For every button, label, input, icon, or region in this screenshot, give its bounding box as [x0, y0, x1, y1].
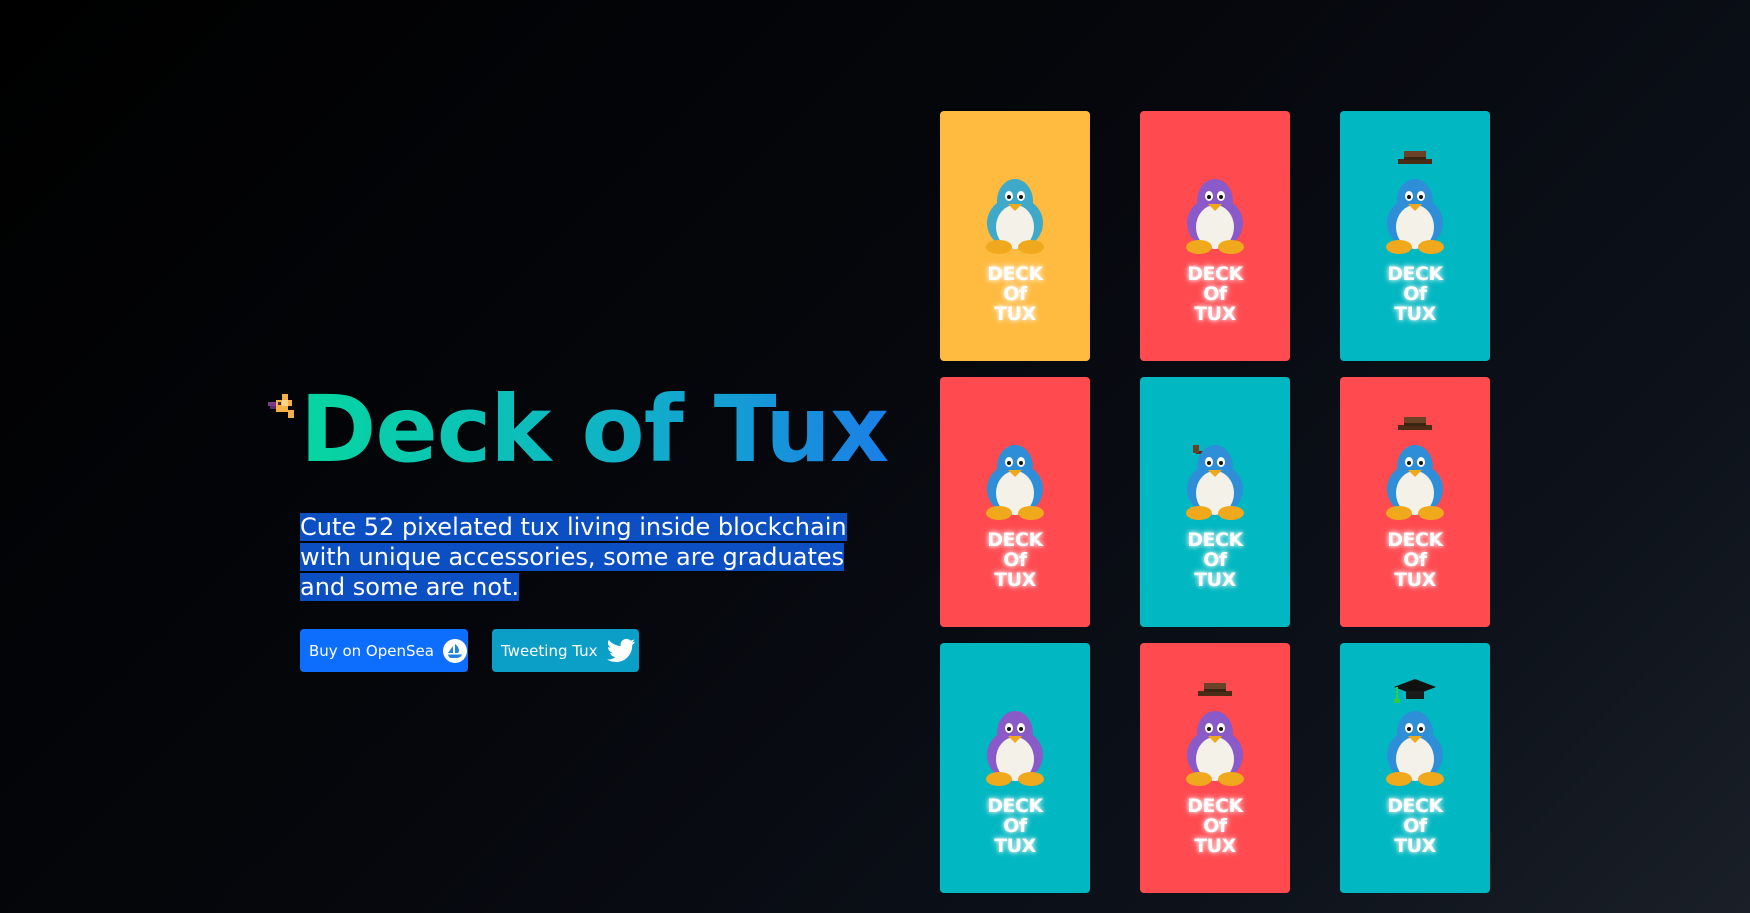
card-label-line1: DECK [987, 529, 1043, 551]
tux-card[interactable]: DECK Of TUX [940, 377, 1090, 627]
card-label-line2: Of [1203, 283, 1227, 305]
rocket-icon [262, 386, 302, 426]
tux-penguin-icon [1386, 179, 1444, 254]
card-label-line2: Of [1003, 549, 1027, 571]
card-label-line2: Of [1003, 815, 1027, 837]
opensea-icon [442, 638, 468, 664]
hero-description: Cute 52 pixelated tux living inside bloc… [300, 512, 860, 602]
card-label-line3: TUX [994, 835, 1036, 857]
card-label-line2: Of [1203, 815, 1227, 837]
tux-card[interactable]: DECK Of TUX [940, 111, 1090, 361]
card-label-line2: Of [1403, 815, 1427, 837]
tux-penguin-icon [1186, 711, 1244, 786]
card-label-line1: DECK [1387, 529, 1443, 551]
card-label-line3: TUX [994, 303, 1036, 325]
tux-penguin-icon [1186, 179, 1244, 254]
card-label-line3: TUX [1194, 835, 1236, 857]
card-label-line2: Of [1203, 549, 1227, 571]
tux-card[interactable]: DECK Of TUX [1140, 377, 1290, 627]
card-label-line1: DECK [1187, 795, 1243, 817]
cowboy-hat-icon [1198, 683, 1232, 696]
cowboy-hat-icon [1398, 151, 1432, 164]
tux-penguin-icon [1386, 445, 1444, 520]
tux-penguin-icon [1186, 445, 1244, 520]
twitter-button-label: Tweeting Tux [501, 641, 598, 660]
card-label-line1: DECK [1187, 529, 1243, 551]
description-text: Cute 52 pixelated tux living inside bloc… [300, 513, 847, 601]
opensea-button-label: Buy on OpenSea [309, 641, 434, 660]
hero-section: Deck of Tux Cute 52 pixelated tux living… [262, 380, 889, 672]
tux-card[interactable]: DECK Of TUX [940, 643, 1090, 893]
card-label-line1: DECK [1387, 263, 1443, 285]
tweeting-tux-button[interactable]: Tweeting Tux [492, 629, 639, 672]
card-label-line2: Of [1403, 549, 1427, 571]
card-label-line2: Of [1403, 283, 1427, 305]
graduation-cap-icon [1394, 679, 1436, 703]
tux-card[interactable]: DECK Of TUX [1340, 643, 1490, 893]
card-label-line3: TUX [1394, 569, 1436, 591]
card-label-line3: TUX [994, 569, 1036, 591]
card-label-line3: TUX [1194, 303, 1236, 325]
page-title: Deck of Tux [300, 376, 889, 483]
card-label-line1: DECK [987, 263, 1043, 285]
buy-on-opensea-button[interactable]: Buy on OpenSea [300, 629, 468, 672]
tux-penguin-icon [986, 179, 1044, 254]
twitter-icon [606, 638, 636, 664]
card-label-line1: DECK [1187, 263, 1243, 285]
tux-penguin-icon [986, 445, 1044, 520]
card-label-line3: TUX [1194, 569, 1236, 591]
tux-penguin-icon [1386, 711, 1444, 786]
cowboy-hat-icon [1398, 417, 1432, 430]
tux-card[interactable]: DECK Of TUX [1340, 111, 1490, 361]
card-label-line1: DECK [987, 795, 1043, 817]
card-label-line3: TUX [1394, 303, 1436, 325]
tux-card[interactable]: DECK Of TUX [1340, 377, 1490, 627]
title-row: Deck of Tux [262, 380, 889, 480]
tux-card[interactable]: DECK Of TUX [1140, 643, 1290, 893]
tux-card[interactable]: DECK Of TUX [1140, 111, 1290, 361]
card-label-line2: Of [1003, 283, 1027, 305]
card-label-line3: TUX [1394, 835, 1436, 857]
card-label-line1: DECK [1387, 795, 1443, 817]
tux-penguin-icon [986, 711, 1044, 786]
